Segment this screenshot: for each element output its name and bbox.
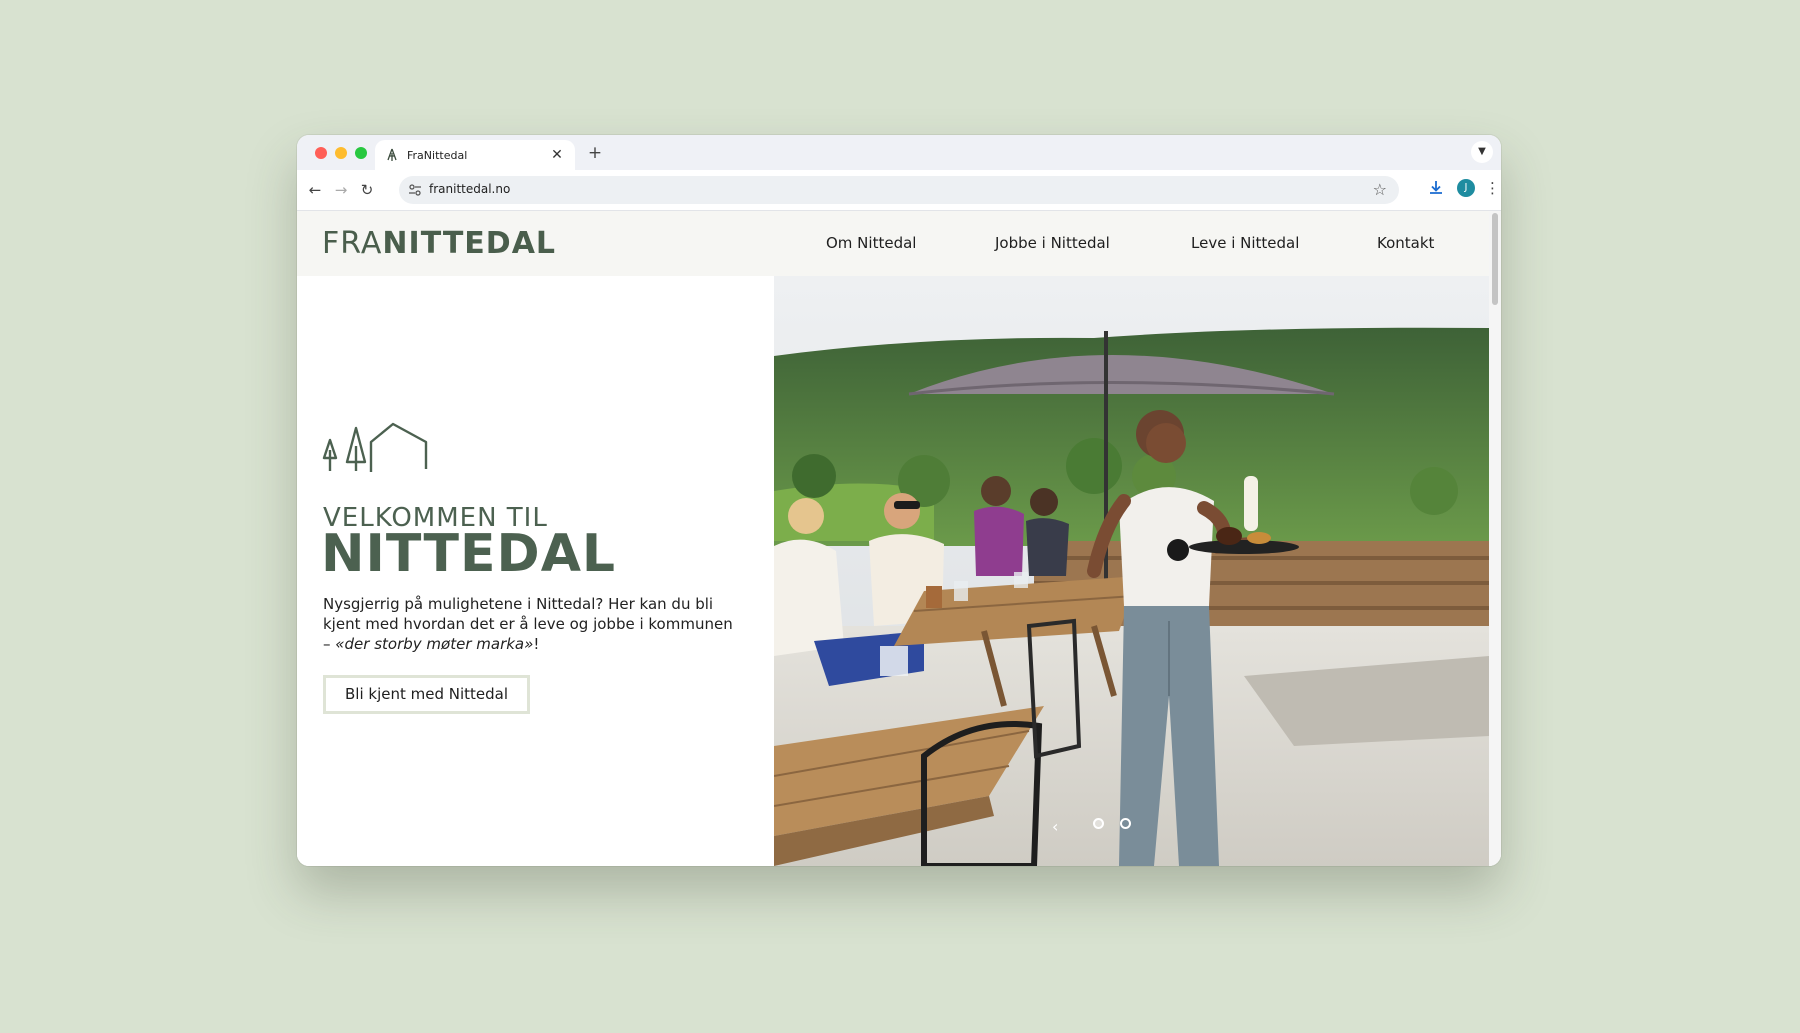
browser-menu-icon[interactable]: ⋮	[1485, 179, 1500, 197]
slider-prev-icon[interactable]: ‹	[1052, 817, 1058, 836]
terrace-photo	[774, 276, 1489, 866]
address-bar[interactable]: franittedal.no ☆	[399, 176, 1399, 204]
site-info-icon[interactable]	[406, 181, 424, 199]
tab-strip: FraNittedal ✕ + ▼	[297, 135, 1501, 170]
site-header: FRANITTEDAL Om Nittedal Jobbe i Nittedal…	[297, 211, 1489, 276]
hero-title: NITTEDAL	[321, 524, 617, 584]
window-controls	[315, 147, 367, 159]
tab-search-button[interactable]: ▼	[1471, 141, 1493, 163]
back-arrow-icon[interactable]: ←	[305, 180, 325, 200]
slider-dot-2[interactable]	[1120, 818, 1131, 829]
bookmark-star-icon[interactable]: ☆	[1373, 180, 1387, 200]
nav-kontakt[interactable]: Kontakt	[1377, 234, 1434, 252]
forward-arrow-icon[interactable]: →	[331, 180, 351, 200]
site-logo[interactable]: FRANITTEDAL	[322, 227, 556, 261]
minimize-window-button[interactable]	[335, 147, 347, 159]
hero-description: Nysgjerrig på mulighetene i Nittedal? He…	[323, 594, 743, 654]
hero-description-italic: «der storby møter marka»	[335, 635, 534, 653]
nav-om-nittedal[interactable]: Om Nittedal	[826, 234, 916, 252]
hero-text-panel: VELKOMMEN TIL NITTEDAL Nysgjerrig på mul…	[297, 276, 774, 866]
browser-tab-active[interactable]: FraNittedal ✕	[375, 140, 575, 170]
tab-close-icon[interactable]: ✕	[549, 147, 565, 163]
scrollbar-thumb[interactable]	[1492, 213, 1498, 305]
close-window-button[interactable]	[315, 147, 327, 159]
slider-dot-1-active[interactable]	[1093, 818, 1104, 829]
browser-window: FraNittedal ✕ + ▼ ← → ↻ franittedal.no ☆…	[297, 135, 1501, 866]
nav-jobbe-i-nittedal[interactable]: Jobbe i Nittedal	[995, 234, 1110, 252]
trees-and-house-icon	[322, 422, 428, 472]
tree-favicon-icon	[387, 148, 397, 161]
download-icon[interactable]	[1427, 179, 1445, 197]
tab-title: FraNittedal	[407, 148, 468, 162]
reload-icon[interactable]: ↻	[357, 180, 377, 200]
logo-name: NITTEDAL	[382, 226, 557, 261]
logo-prefix: FRA	[322, 226, 383, 261]
browser-toolbar: ← → ↻ franittedal.no ☆ J ⋮	[297, 170, 1501, 211]
maximize-window-button[interactable]	[355, 147, 367, 159]
hero-image-slider[interactable]: ‹	[774, 276, 1489, 866]
explore-nittedal-button[interactable]: Bli kjent med Nittedal	[323, 675, 530, 714]
profile-avatar[interactable]: J	[1457, 179, 1475, 197]
hero-description-end: !	[533, 635, 540, 653]
web-page: FRANITTEDAL Om Nittedal Jobbe i Nittedal…	[297, 211, 1501, 866]
page-scrollbar[interactable]	[1489, 211, 1501, 866]
url-text[interactable]: franittedal.no	[429, 182, 510, 196]
nav-leve-i-nittedal[interactable]: Leve i Nittedal	[1191, 234, 1299, 252]
new-tab-button[interactable]: +	[585, 143, 605, 163]
